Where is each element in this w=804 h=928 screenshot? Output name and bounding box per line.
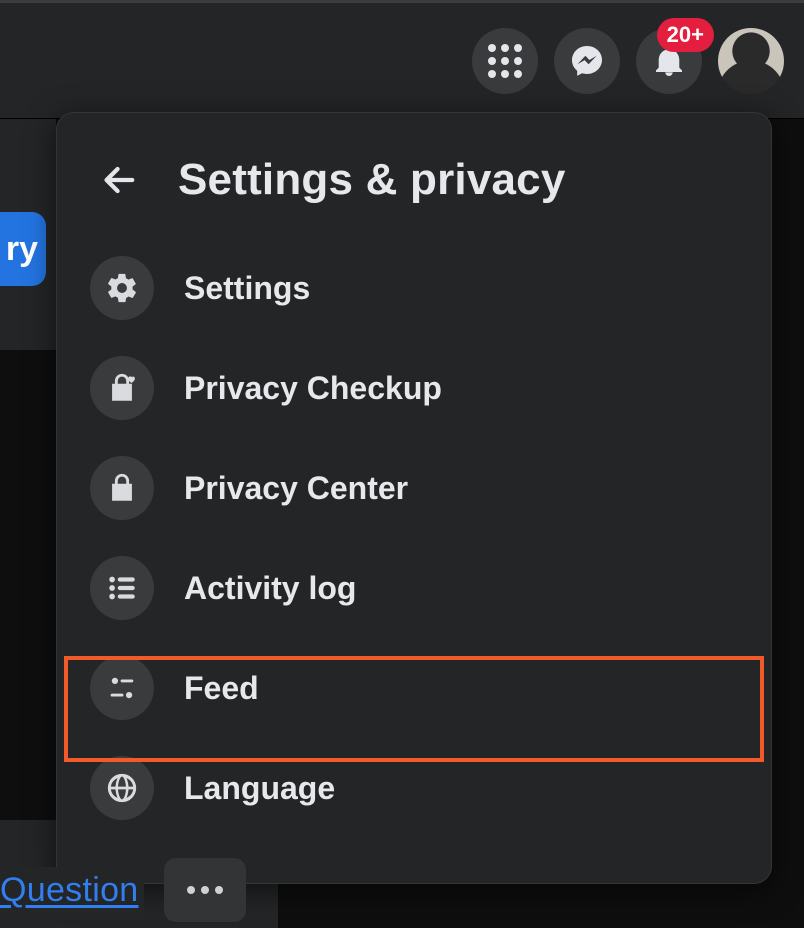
- back-button[interactable]: [92, 152, 148, 208]
- menu-item-label: Privacy Center: [184, 470, 408, 507]
- notifications-button[interactable]: 20+: [636, 28, 702, 94]
- list-icon: [90, 556, 154, 620]
- menu-item-activity-log[interactable]: Activity log: [76, 538, 752, 638]
- panel-header: Settings & privacy: [66, 134, 762, 238]
- menu-item-settings[interactable]: Settings: [76, 238, 752, 338]
- story-pill-label: ry: [6, 230, 38, 269]
- notification-badge: 20+: [657, 18, 714, 52]
- dots-icon: [187, 886, 195, 894]
- menu-item-label: Language: [184, 770, 335, 807]
- panel-title: Settings & privacy: [178, 155, 566, 205]
- panel-menu: Settings Privacy Checkup Privacy Center …: [66, 238, 762, 838]
- question-link-partial[interactable]: Question: [0, 867, 144, 920]
- account-avatar-button[interactable]: [718, 28, 784, 94]
- menu-apps-button[interactable]: [472, 28, 538, 94]
- more-options-button[interactable]: [164, 858, 246, 922]
- menu-item-feed[interactable]: Feed: [76, 638, 752, 738]
- story-pill-partial[interactable]: ry: [0, 212, 46, 286]
- menu-item-label: Feed: [184, 670, 259, 707]
- menu-item-privacy-checkup[interactable]: Privacy Checkup: [76, 338, 752, 438]
- menu-item-language[interactable]: Language: [76, 738, 752, 838]
- globe-icon: [90, 756, 154, 820]
- gear-icon: [90, 256, 154, 320]
- lock-heart-icon: [90, 356, 154, 420]
- menu-item-label: Activity log: [184, 570, 356, 607]
- messenger-button[interactable]: [554, 28, 620, 94]
- menu-item-label: Settings: [184, 270, 310, 307]
- menu-item-label: Privacy Checkup: [184, 370, 442, 407]
- settings-privacy-dropdown: Settings & privacy Settings Privacy Chec…: [56, 112, 772, 884]
- sliders-icon: [90, 656, 154, 720]
- topbar: 20+: [0, 0, 804, 118]
- lock-icon: [90, 456, 154, 520]
- arrow-left-icon: [98, 158, 142, 202]
- messenger-icon: [569, 43, 605, 79]
- menu-item-privacy-center[interactable]: Privacy Center: [76, 438, 752, 538]
- grid-icon: [488, 44, 522, 78]
